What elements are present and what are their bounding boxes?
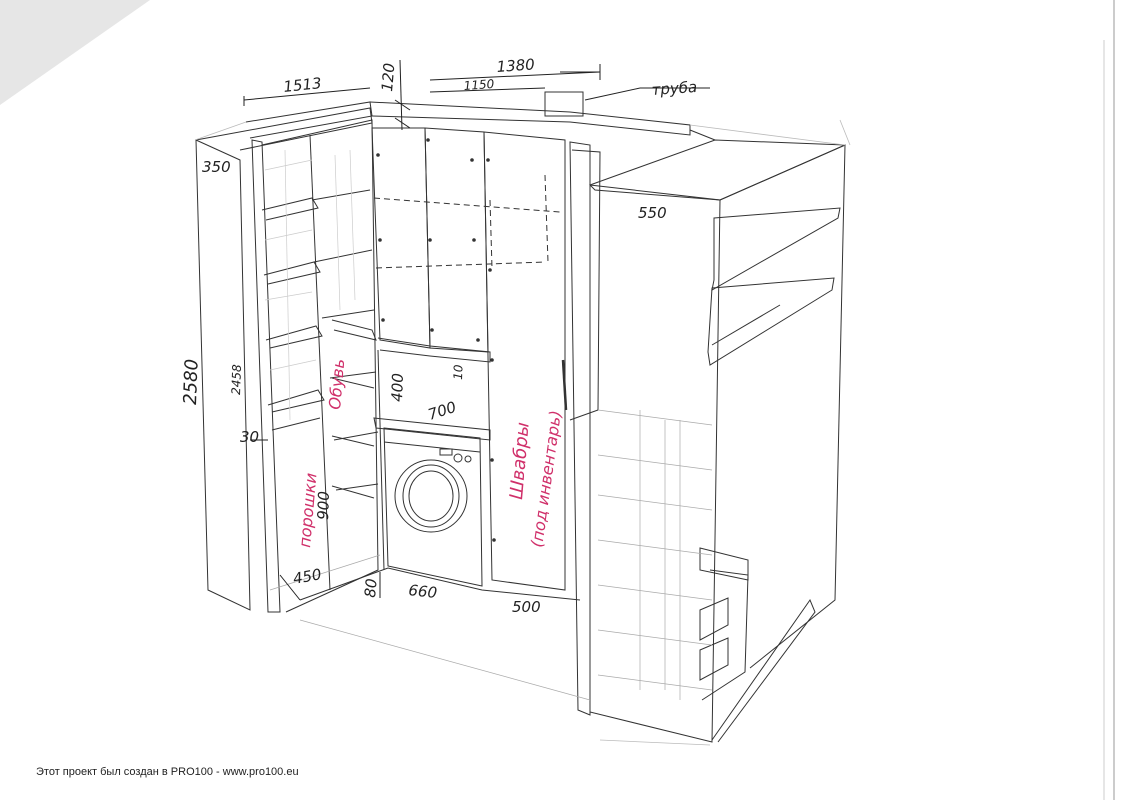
dim-1380: 1380 [496,55,535,76]
dim-550: 550 [638,204,667,222]
dim-400: 400 [388,373,407,402]
dim-120: 120 [378,62,398,92]
dim-500: 500 [512,598,541,616]
dim-30: 30 [240,428,259,446]
dim-2580: 2580 [180,359,203,406]
dim-10: 10 [451,364,466,380]
pipe-label: труба [651,78,698,99]
dim-660: 660 [408,581,438,602]
footer-credit: Этот проект был создан в PRO100 - www.pr… [36,766,299,778]
dim-1150: 1150 [463,77,495,93]
dim-80: 80 [361,578,381,599]
dim-2458: 2458 [229,364,244,395]
dim-350: 350 [202,158,231,176]
furniture-sketch: 1513 120 1380 1150 труба 350 550 2580 24… [0,0,1131,800]
